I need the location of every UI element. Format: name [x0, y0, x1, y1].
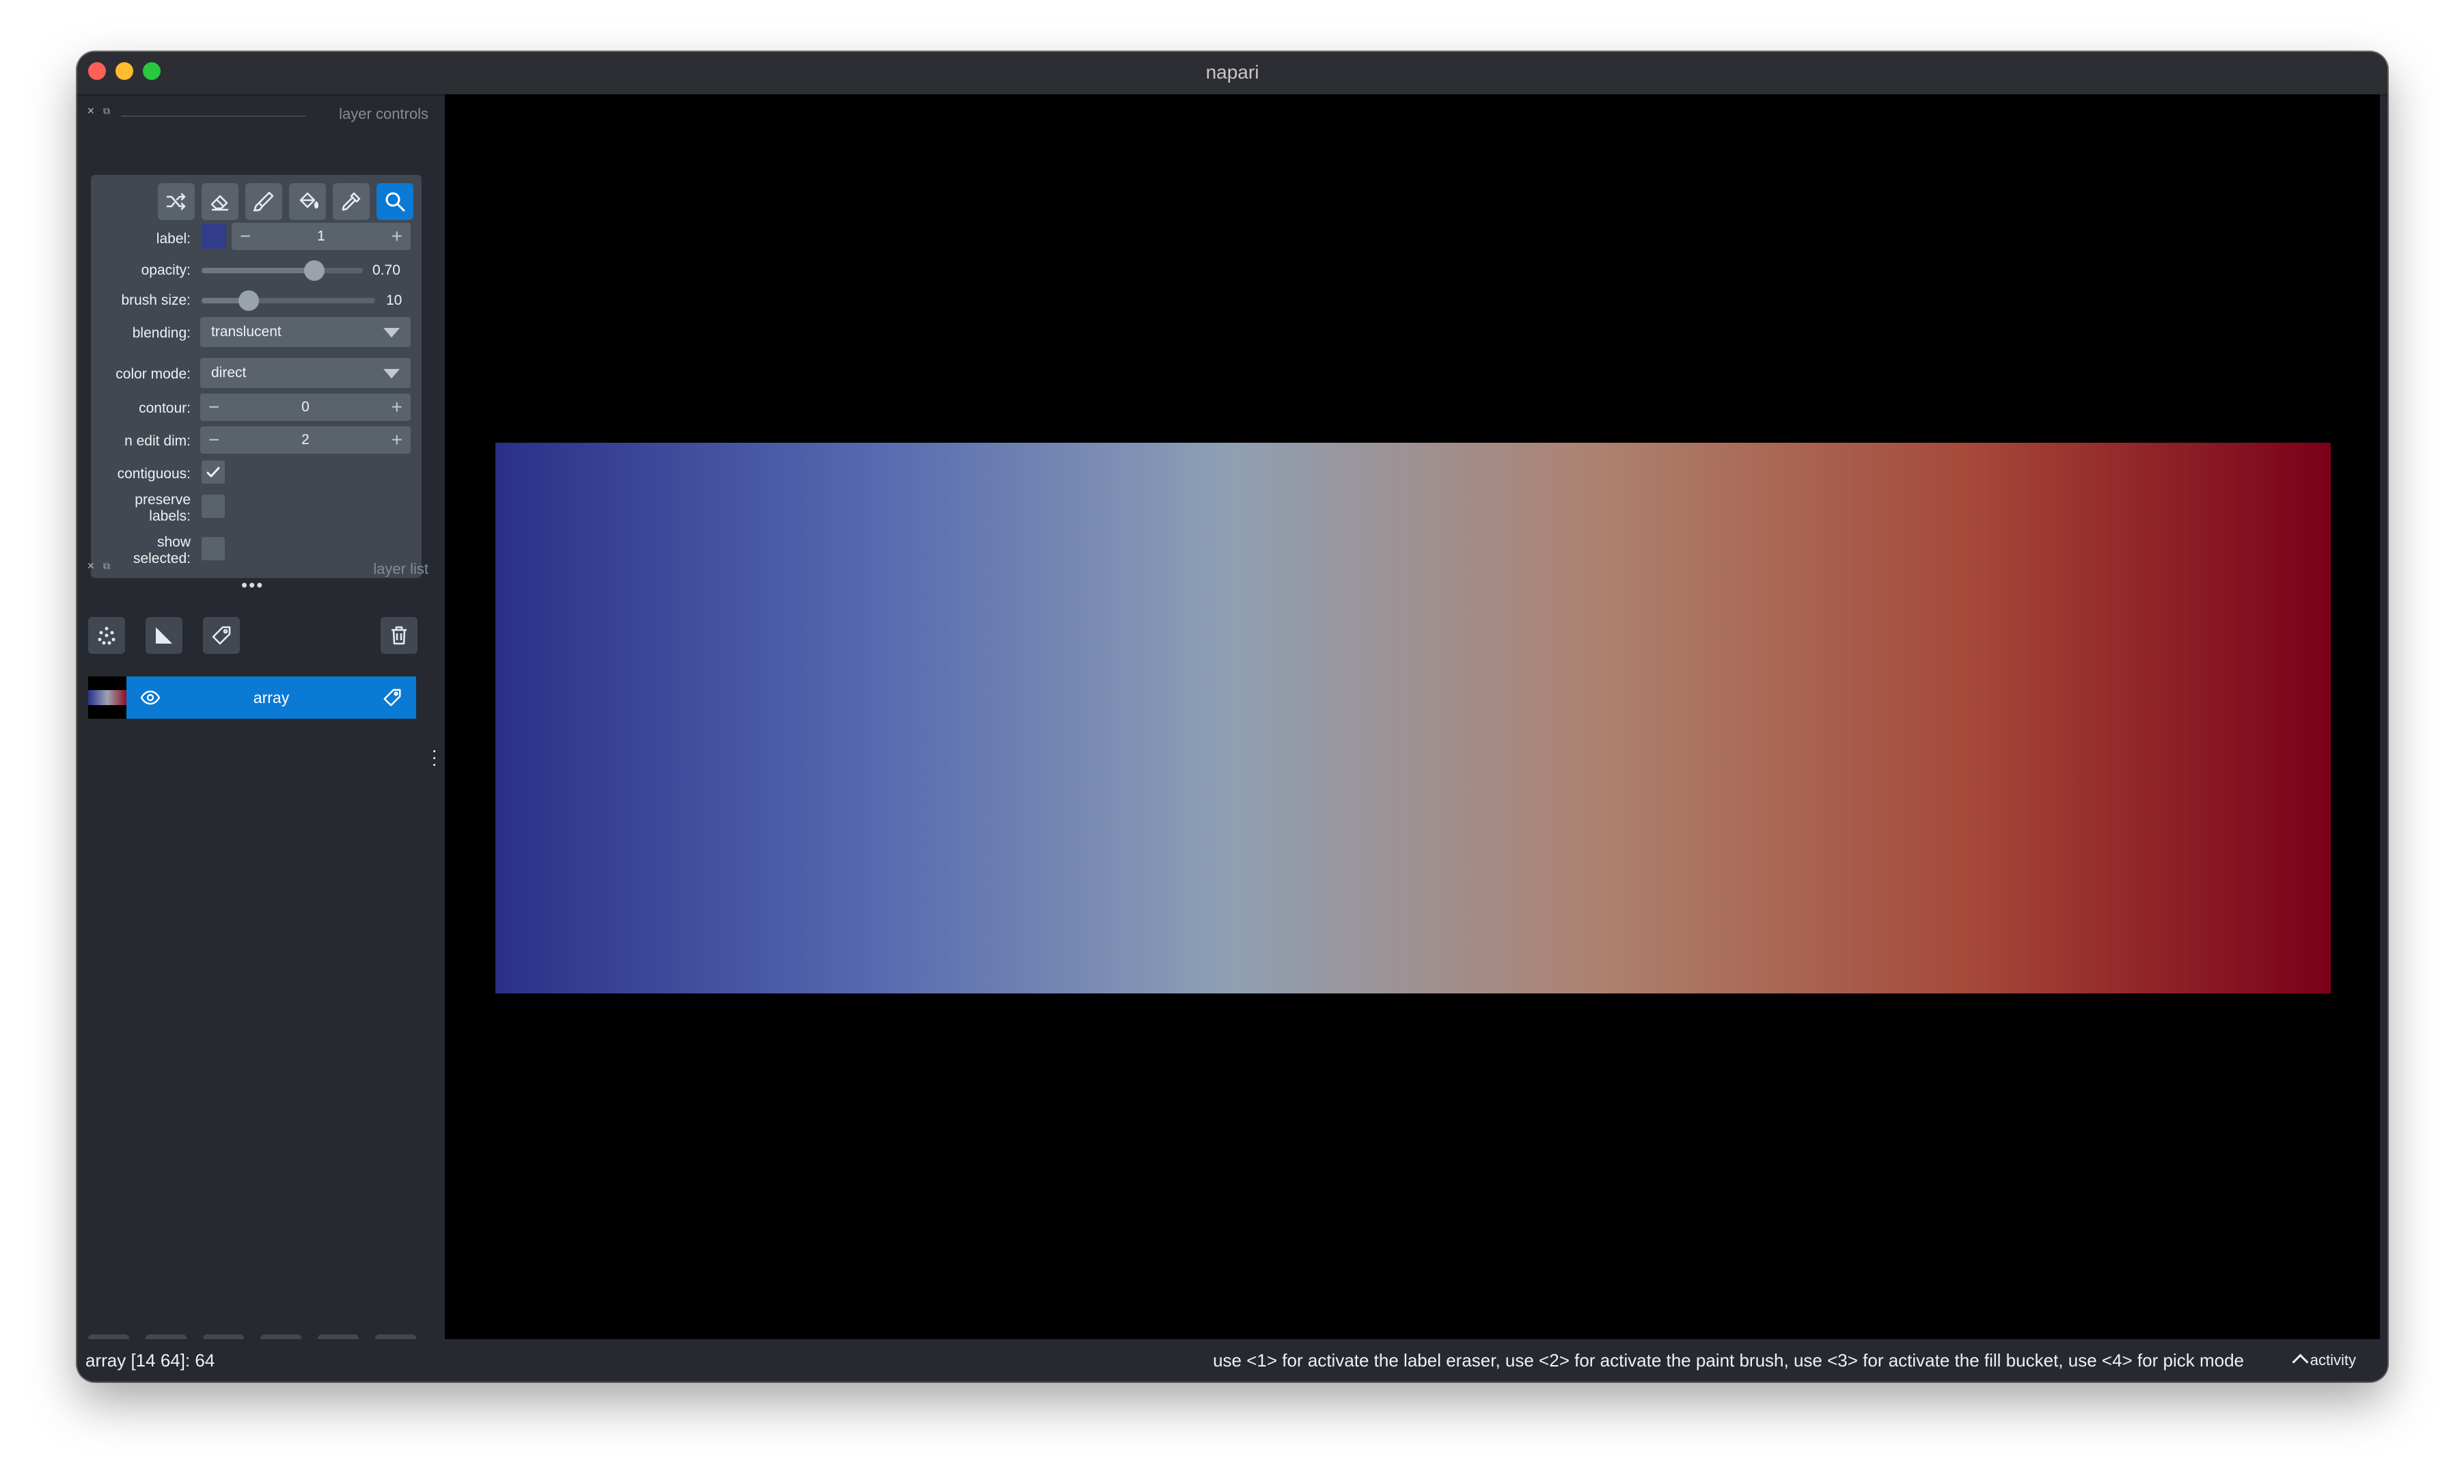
- title-bar: napari: [77, 52, 2387, 96]
- eraser-icon: [210, 195, 228, 211]
- color-mode-value: direct: [211, 365, 247, 381]
- layer-controls-title: layer controls: [339, 105, 428, 122]
- n-edit-dim-label: n edit dim:: [124, 433, 191, 449]
- status-help-text: use <1> for activate the label eraser, u…: [1213, 1350, 2244, 1371]
- brush-size-label: brush size:: [121, 292, 191, 308]
- checkmark-icon: [206, 467, 220, 478]
- fill-bucket-icon: [299, 192, 318, 209]
- shuffle-colors-button[interactable]: [158, 183, 195, 220]
- dock-close-icon[interactable]: ✕: [87, 560, 95, 572]
- shapes-icon: [156, 627, 172, 644]
- brush-size-value: 10: [386, 292, 402, 308]
- blending-label: blending:: [132, 325, 191, 341]
- chevron-up-icon: [2292, 1354, 2309, 1371]
- dock-splitter-handle[interactable]: · · ·: [431, 741, 437, 773]
- layer-name: array: [253, 689, 290, 706]
- contour-value: 0: [301, 399, 310, 415]
- opacity-label: opacity:: [141, 262, 191, 278]
- paint-brush-button[interactable]: [245, 183, 282, 220]
- layer-controls-header: ✕ ⧉ layer controls: [87, 105, 428, 126]
- points-icon: [98, 627, 115, 645]
- n-edit-dim-spinbox[interactable]: − 2 +: [200, 426, 411, 454]
- layer-list-item[interactable]: array: [88, 676, 416, 719]
- label-spinbox[interactable]: − 1 +: [232, 223, 411, 250]
- left-dock: ✕ ⧉ layer controls label: − 1 + opacity:…: [77, 94, 446, 1382]
- label-tag-icon: [383, 689, 401, 706]
- layer-list-header: ✕ ⧉ layer list: [87, 560, 428, 581]
- contour-label: contour:: [139, 400, 191, 416]
- blending-dropdown[interactable]: translucent: [200, 317, 411, 347]
- blending-value: translucent: [211, 324, 282, 340]
- label-tag-icon: [212, 626, 231, 645]
- contour-increment-button[interactable]: +: [392, 396, 402, 418]
- chevron-down-icon: [383, 328, 400, 338]
- contiguous-label: contiguous:: [117, 466, 191, 482]
- dock-float-icon[interactable]: ⧉: [103, 105, 110, 117]
- layer-item-array[interactable]: array: [126, 676, 416, 719]
- delete-layer-button[interactable]: [381, 617, 417, 654]
- color-mode-dropdown[interactable]: direct: [200, 358, 411, 388]
- activity-button[interactable]: activity: [2292, 1351, 2356, 1371]
- new-shapes-layer-button[interactable]: [146, 617, 182, 654]
- paint-brush-icon: [253, 191, 274, 212]
- n-edit-dim-increment-button[interactable]: +: [392, 429, 402, 451]
- opacity-slider[interactable]: [202, 260, 363, 281]
- label-label: label:: [156, 231, 191, 247]
- color-picker-button[interactable]: [333, 183, 370, 220]
- contour-spinbox[interactable]: − 0 +: [200, 394, 411, 421]
- trash-icon: [392, 626, 407, 645]
- contiguous-checkbox[interactable]: [202, 461, 225, 484]
- brush-size-slider[interactable]: [202, 290, 375, 311]
- layer-thumbnail: [88, 676, 126, 719]
- color-mode-label: color mode:: [115, 366, 191, 382]
- zoom-icon: [385, 192, 405, 212]
- color-picker-icon: [342, 192, 361, 211]
- fill-bucket-button[interactable]: [289, 183, 326, 220]
- label-color-swatch[interactable]: [202, 224, 226, 249]
- preserve-labels-label: preserve labels:: [135, 492, 191, 524]
- show-selected-checkbox[interactable]: [202, 537, 225, 560]
- pan-zoom-button[interactable]: [377, 183, 413, 220]
- layer-controls-panel: label: − 1 + opacity: 0.70 brush size: 1…: [91, 175, 422, 578]
- shuffle-icon: [166, 193, 186, 210]
- status-bar: array [14 64]: 64 use <1> for activate t…: [77, 1339, 2387, 1382]
- status-coordinates: array [14 64]: 64: [85, 1350, 215, 1371]
- preserve-labels-checkbox[interactable]: [202, 495, 225, 518]
- n-edit-dim-value: 2: [301, 432, 310, 448]
- dock-close-icon[interactable]: ✕: [87, 105, 95, 117]
- eraser-button[interactable]: [202, 183, 238, 220]
- layer-list-title: layer list: [373, 560, 428, 577]
- opacity-value: 0.70: [372, 262, 400, 278]
- new-points-layer-button[interactable]: [88, 617, 125, 654]
- brush-size-slider-handle[interactable]: [238, 290, 259, 311]
- napari-window: napari ✕ ⧉ layer controls label: − 1 + o…: [77, 52, 2387, 1382]
- dock-float-icon[interactable]: ⧉: [103, 560, 110, 572]
- viewer-canvas[interactable]: [445, 94, 2380, 1339]
- window-title: napari: [1205, 61, 1259, 83]
- chevron-down-icon: [383, 369, 400, 379]
- opacity-slider-handle[interactable]: [304, 260, 325, 281]
- label-value: 1: [317, 228, 325, 244]
- new-labels-layer-button[interactable]: [203, 617, 240, 654]
- image-layer-array: [495, 443, 2331, 993]
- label-increment-button[interactable]: +: [392, 225, 402, 247]
